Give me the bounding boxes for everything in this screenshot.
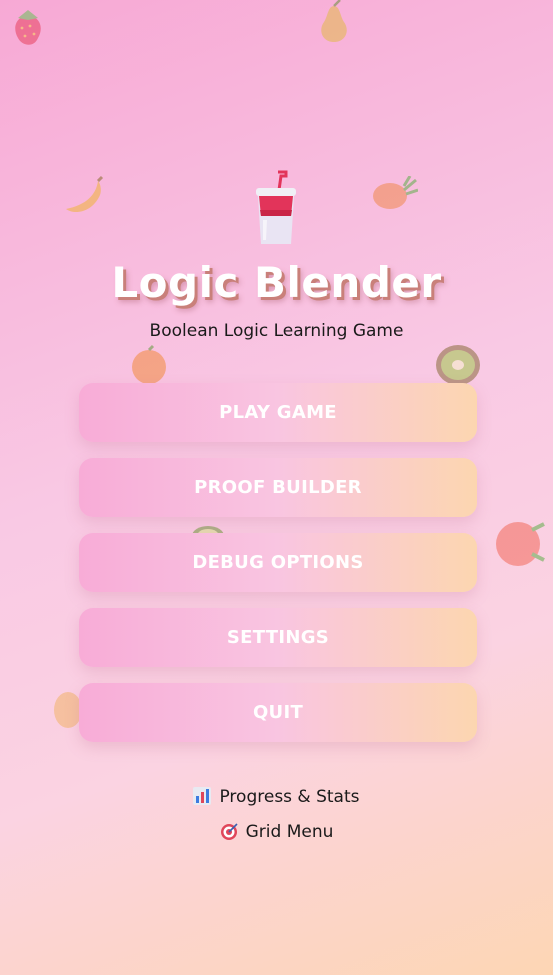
peach-icon (496, 522, 545, 566)
quit-button[interactable]: QUIT (79, 683, 477, 742)
strawberry-icon (15, 10, 41, 45)
pineapple-icon (373, 176, 418, 209)
debug-options-button[interactable]: DEBUG OPTIONS (79, 533, 477, 592)
orange-icon (132, 344, 166, 384)
pear-icon (321, 0, 347, 42)
grid-menu-label: Grid Menu (245, 822, 334, 842)
orange-icon (54, 692, 82, 728)
banana-icon (66, 175, 104, 213)
play-game-button[interactable]: PLAY GAME (79, 383, 477, 442)
grid-menu-link[interactable]: Grid Menu (0, 822, 553, 842)
target-icon (220, 823, 238, 840)
progress-stats-label: Progress & Stats (219, 787, 360, 807)
game-title: Logic Blender (111, 258, 442, 307)
blender-cup-icon (256, 170, 296, 244)
kiwi-icon (436, 345, 480, 385)
settings-button[interactable]: SETTINGS (79, 608, 477, 667)
bar-chart-icon (193, 787, 212, 805)
proof-builder-button[interactable]: PROOF BUILDER (79, 458, 477, 517)
progress-stats-link[interactable]: Progress & Stats (0, 787, 553, 807)
game-subtitle: Boolean Logic Learning Game (149, 321, 404, 341)
